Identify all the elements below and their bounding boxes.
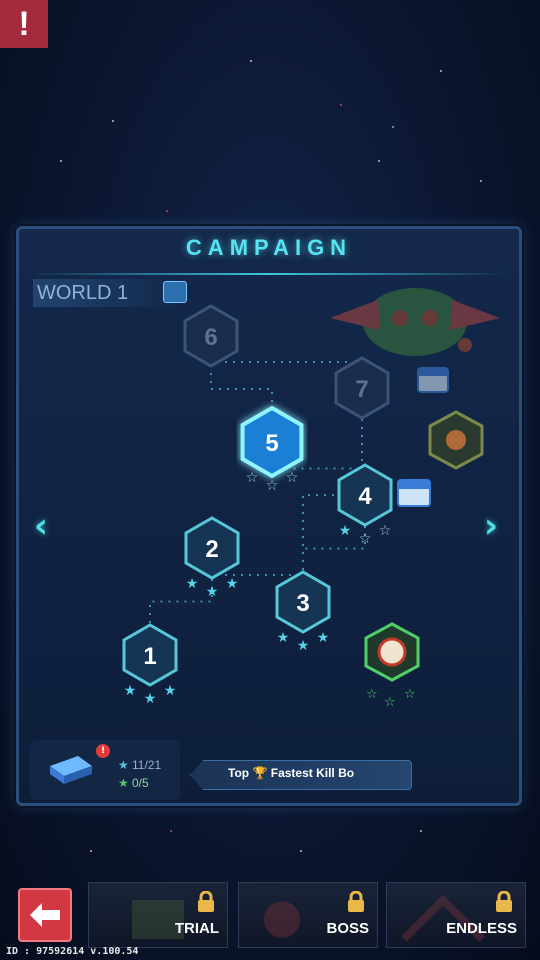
stage-star: ★: [164, 683, 177, 699]
stage-node-3[interactable]: 3 ★ ★ ★: [275, 570, 331, 654]
stage-node-4[interactable]: 4 ★ ☆ ☆: [337, 463, 393, 547]
lock-icon: [198, 891, 214, 912]
stage-number: 2: [205, 536, 218, 563]
boss-ship: [330, 288, 500, 356]
stage-star: ★: [277, 630, 290, 646]
star-chest-icon[interactable]: [48, 752, 94, 786]
bonus-stage-icon[interactable]: ☆ ☆ ☆: [364, 622, 420, 710]
stage-star: ☆: [359, 531, 372, 547]
version-label: ID : 97592614 v.100.54: [6, 946, 139, 957]
green-star-progress: ★ 0/5: [118, 776, 149, 790]
stage-map: 1 ★ ★ ★ 2 ★ ★ ★ 3 ★ ★ ★ 4 ★ ☆ ☆ 5 ☆ ☆ ☆ 6 7 ☆ ☆ ☆: [122, 288, 500, 710]
boss-mode-button[interactable]: BOSS: [238, 882, 378, 948]
back-button[interactable]: [18, 888, 72, 942]
stage-number: 1: [143, 643, 156, 670]
notification-badge: !: [96, 744, 110, 758]
svg-text:☆: ☆: [366, 687, 378, 702]
stage-number: 3: [296, 590, 309, 617]
stage-number: 7: [355, 376, 368, 403]
reward-chest-icon[interactable]: [417, 367, 449, 393]
stage-star: ☆: [286, 470, 299, 486]
trial-mode-button[interactable]: TRIAL: [88, 882, 228, 948]
stage-star: ★: [226, 576, 239, 592]
stage-star: ★: [206, 584, 219, 600]
lock-icon: [496, 891, 512, 912]
stage-node-2[interactable]: 2 ★ ★ ★: [184, 516, 240, 600]
next-world-button[interactable]: ›: [484, 506, 498, 546]
star-icon: ★: [118, 758, 129, 772]
boss-stage-icon[interactable]: [428, 410, 484, 470]
star-progress: ★ 11/21: [118, 758, 162, 772]
stage-number: 4: [358, 483, 372, 510]
stage-star: ☆: [246, 470, 259, 486]
stage-node-5[interactable]: 5 ☆ ☆ ☆: [240, 405, 304, 494]
svg-text:☆: ☆: [404, 687, 416, 702]
stage-star: ☆: [379, 523, 392, 539]
green-star-icon: ★: [118, 776, 129, 790]
reward-chest-icon[interactable]: [397, 479, 431, 507]
stage-node-6: 6: [183, 304, 239, 368]
stage-star: ★: [317, 630, 330, 646]
stage-star: ★: [124, 683, 137, 699]
endless-mode-label: ENDLESS: [446, 920, 517, 937]
leaderboard-text[interactable]: Top 🏆 Fastest Kill Bo: [228, 766, 412, 780]
stage-number: 6: [204, 324, 217, 351]
bonus-stars: ☆ ☆ ☆: [366, 687, 416, 710]
trophy-icon: 🏆: [252, 766, 268, 780]
stage-node-7: 7: [334, 356, 390, 420]
trial-mode-label: TRIAL: [174, 920, 219, 937]
endless-mode-button[interactable]: ENDLESS: [386, 882, 526, 948]
svg-text:☆: ☆: [384, 695, 396, 710]
stage-star: ★: [297, 638, 310, 654]
stage-star: ☆: [266, 478, 279, 494]
stage-star: ★: [144, 691, 157, 707]
back-arrow-icon: [30, 903, 60, 927]
stage-paths: [149, 336, 366, 655]
stage-node-1[interactable]: 1 ★ ★ ★: [122, 623, 178, 707]
lock-icon: [348, 891, 364, 912]
prev-world-button[interactable]: ‹: [34, 506, 48, 546]
stage-star: ★: [186, 576, 199, 592]
boss-mode-label: BOSS: [326, 920, 369, 937]
stage-number: 5: [265, 430, 278, 457]
stage-star: ★: [339, 523, 352, 539]
